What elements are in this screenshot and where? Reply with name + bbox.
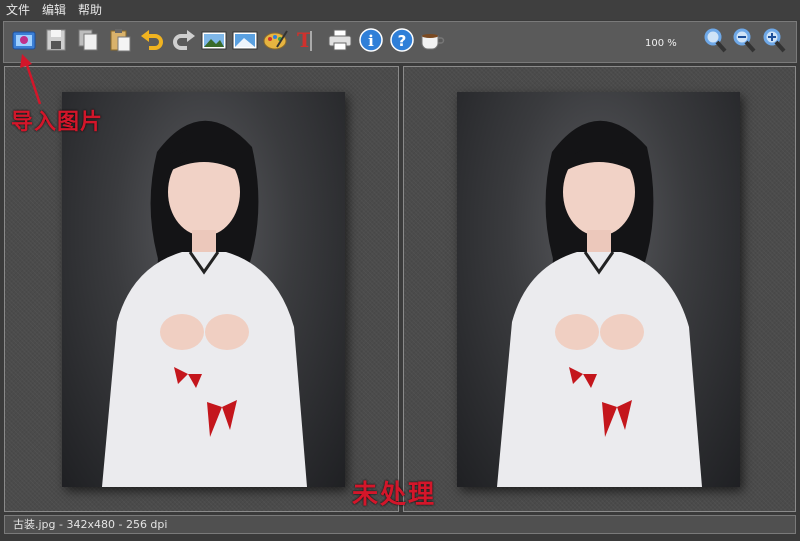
undo-icon [141,30,163,50]
text-icon: T [297,28,312,52]
undo-button[interactable] [138,26,166,54]
menu-file[interactable]: 文件 [0,0,36,20]
palette-button[interactable] [262,26,290,54]
redo-icon [173,30,195,50]
annotation-unprocessed-label: 未处理 [352,480,437,510]
portrait-image [497,120,702,487]
status-bar: 古装.jpg - 342x480 - 256 dpi [4,515,796,534]
print-button[interactable] [326,26,354,54]
save-icon [46,29,66,51]
svg-text:T: T [297,28,312,52]
processed-image-pane[interactable] [403,66,796,512]
zoom-out-button[interactable] [730,26,758,54]
palette-icon [263,30,288,50]
copy-icon [78,29,98,51]
image-effect-icon [232,31,258,50]
svg-text:i: i [368,32,374,50]
help-icon: ? [390,28,414,52]
paste-button[interactable] [106,26,134,54]
info-button[interactable]: i [357,26,385,54]
zoom-button[interactable] [701,26,729,54]
image-effect-button[interactable] [231,26,259,54]
image-adjust-icon [201,31,227,50]
copy-button[interactable] [74,26,102,54]
paste-icon [110,29,131,52]
coffee-icon [421,34,445,50]
svg-text:?: ? [398,32,407,50]
zoom-in-button[interactable] [760,26,788,54]
zoom-level: 100 % [645,38,677,49]
zoom-out-icon [733,28,756,53]
info-icon: i [359,28,383,52]
menu-help[interactable]: 帮助 [72,0,108,20]
redo-button[interactable] [170,26,198,54]
open-image-icon [12,31,36,50]
coffee-button[interactable] [418,26,446,54]
print-icon [328,29,352,51]
save-button[interactable] [42,26,70,54]
processed-photo [457,92,740,487]
annotation-import-label: 导入图片 [11,110,104,135]
open-image-button[interactable] [10,26,38,54]
status-text: 古装.jpg - 342x480 - 256 dpi [13,518,168,531]
zoom-in-icon [763,28,786,53]
portrait-image [102,120,307,487]
help-button[interactable]: ? [388,26,416,54]
original-photo [62,92,345,487]
toolbar: T i ? 100 % [3,21,797,63]
menu-bar: 文件 编辑 帮助 [0,0,800,20]
zoom-icon [704,28,727,53]
text-button[interactable]: T [292,26,320,54]
menu-edit[interactable]: 编辑 [36,0,72,20]
image-adjust-button[interactable] [200,26,228,54]
